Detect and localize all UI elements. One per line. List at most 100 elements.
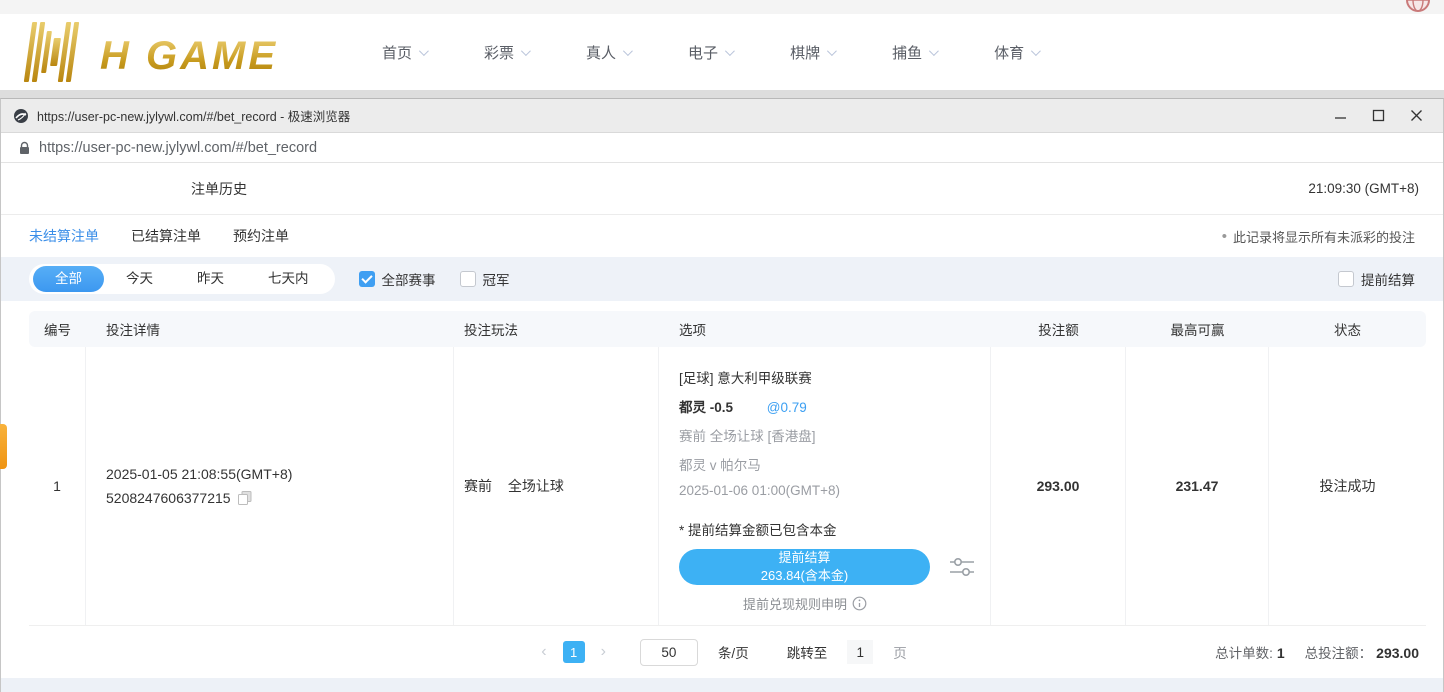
nav-item-lottery[interactable]: 彩票	[484, 42, 528, 63]
date-filter-all[interactable]: 全部	[33, 266, 104, 292]
jump-page-input[interactable]	[847, 640, 873, 664]
lock-icon	[19, 141, 30, 155]
minimize-icon[interactable]	[1333, 109, 1347, 123]
clock: 21:09:30 (GMT+8)	[1308, 181, 1419, 196]
cashout-button-amount: 263.84(含本金)	[761, 567, 848, 585]
col-header-option: 选项	[659, 319, 991, 339]
nav-item-live[interactable]: 真人	[586, 42, 630, 63]
cashout-row: 提前结算 263.84(含本金)	[679, 549, 976, 585]
nav-label: 首页	[382, 42, 412, 63]
pagination-bar: ‹ 1 › 条/页 跳转至 页 总计单数:1 总投注额：293.00	[1, 626, 1443, 678]
cashout-rule-link[interactable]: 提前兑现规则申明	[679, 594, 931, 613]
cashout-note: * 提前结算金额已包含本金	[679, 519, 976, 539]
cell-option: [足球] 意大利甲级联赛 都灵 -0.5 @0.79 赛前 全场让球 [香港盘]…	[659, 347, 991, 625]
checkbox-unchecked-icon	[1338, 271, 1354, 287]
table-row: 1 2025-01-05 21:08:55(GMT+8) 52082476063…	[29, 347, 1426, 626]
window-title: https://user-pc-new.jylywl.com/#/bet_rec…	[37, 106, 350, 125]
col-header-detail: 投注详情	[86, 319, 454, 339]
col-header-playtype: 投注玩法	[454, 319, 659, 339]
bet-table: 编号 投注详情 投注玩法 选项 投注额 最高可赢 状态 1 2025-01-05…	[29, 311, 1426, 626]
champion-label: 冠军	[483, 269, 510, 289]
tab-reserved[interactable]: 预约注单	[233, 226, 289, 246]
total-stake: 总投注额：293.00	[1305, 642, 1419, 662]
prev-page-icon[interactable]: ‹	[537, 643, 550, 661]
top-strip	[0, 0, 1444, 14]
bet-time: 2025-01-05 21:08:55(GMT+8)	[106, 462, 453, 486]
page-unit-label: 页	[893, 642, 907, 662]
page-size-input[interactable]	[640, 639, 698, 666]
url-bar[interactable]: https://user-pc-new.jylywl.com/#/bet_rec…	[1, 133, 1443, 163]
bet-record-page: 注单历史 21:09:30 (GMT+8) 未结算注单 已结算注单 预约注单 •…	[1, 163, 1443, 692]
nav-label: 彩票	[484, 42, 514, 63]
cashout-button-title: 提前结算	[778, 549, 830, 567]
cell-status: 投注成功	[1269, 347, 1426, 625]
side-float-tab[interactable]	[0, 424, 7, 469]
col-header-no: 编号	[29, 319, 86, 339]
option-pick-line: 都灵 -0.5 @0.79	[679, 396, 976, 416]
main-nav: 首页 彩票 真人 电子 棋牌 捕鱼 体育	[382, 42, 1038, 63]
nav-item-home[interactable]: 首页	[382, 42, 426, 63]
tab-note-text: 此记录将显示所有未派彩的投注	[1233, 227, 1415, 246]
next-page-icon[interactable]: ›	[597, 643, 610, 661]
checkbox-checked-icon	[359, 271, 375, 287]
cell-stake: 293.00	[991, 347, 1126, 625]
copy-icon[interactable]	[237, 490, 253, 506]
cell-play-type: 赛前 全场让球	[454, 347, 659, 625]
window-controls	[1333, 109, 1431, 123]
early-settle-label: 提前结算	[1361, 269, 1415, 289]
bottom-strip	[1, 678, 1443, 692]
date-filter-yesterday[interactable]: 昨天	[175, 266, 246, 292]
date-filter-group: 全部 今天 昨天 七天内	[29, 264, 335, 294]
chevron-down-icon	[623, 46, 633, 56]
nav-label: 棋牌	[790, 42, 820, 63]
bullet-icon: •	[1222, 229, 1227, 244]
date-filter-7days[interactable]: 七天内	[246, 266, 331, 292]
all-events-checkbox[interactable]: 全部赛事	[359, 269, 436, 289]
totals: 总计单数:1 总投注额：293.00	[1215, 642, 1419, 662]
total-count: 总计单数:1	[1215, 642, 1285, 662]
col-header-maxwin: 最高可赢	[1126, 319, 1269, 339]
bet-id: 5208247606377215	[106, 486, 231, 510]
nav-label: 体育	[994, 42, 1024, 63]
cell-no: 1	[29, 347, 86, 625]
globe-partial-icon[interactable]	[1405, 0, 1431, 18]
chevron-down-icon	[419, 46, 429, 56]
page-number-1[interactable]: 1	[563, 641, 585, 663]
option-match-time: 2025-01-06 01:00(GMT+8)	[679, 483, 976, 498]
cashout-button[interactable]: 提前结算 263.84(含本金)	[679, 549, 930, 585]
nav-label: 捕鱼	[892, 42, 922, 63]
nav-item-slots[interactable]: 电子	[688, 42, 732, 63]
date-filter-today[interactable]: 今天	[104, 266, 175, 292]
nav-item-sports[interactable]: 体育	[994, 42, 1038, 63]
logo-text: H GAME	[100, 36, 278, 82]
tune-slider-icon[interactable]	[948, 554, 976, 580]
site-header: H GAME 首页 彩票 真人 电子 棋牌 捕鱼 体育	[0, 14, 1444, 90]
tab-unsettled[interactable]: 未结算注单	[29, 226, 99, 246]
chevron-down-icon	[1031, 46, 1041, 56]
total-stake-value: 293.00	[1376, 645, 1419, 661]
table-header-row: 编号 投注详情 投注玩法 选项 投注额 最高可赢 状态	[29, 311, 1426, 347]
all-events-label: 全部赛事	[382, 269, 436, 289]
option-market: 赛前 全场让球 [香港盘]	[679, 425, 976, 445]
site-logo[interactable]: H GAME	[28, 22, 348, 82]
nav-label: 真人	[586, 42, 616, 63]
chevron-down-icon	[725, 46, 735, 56]
champion-checkbox[interactable]: 冠军	[460, 269, 510, 289]
early-settle-checkbox[interactable]: 提前结算	[1338, 269, 1415, 289]
page-header: 注单历史 21:09:30 (GMT+8)	[1, 163, 1443, 215]
maximize-icon[interactable]	[1371, 109, 1385, 123]
tab-settled[interactable]: 已结算注单	[131, 226, 201, 246]
browser-window: https://user-pc-new.jylywl.com/#/bet_rec…	[0, 98, 1444, 692]
nav-item-cards[interactable]: 棋牌	[790, 42, 834, 63]
option-odds: @0.79	[767, 400, 807, 415]
hh-game-logo-icon	[24, 22, 94, 82]
cashout-rule-text: 提前兑现规则申明	[743, 594, 847, 613]
per-page-label: 条/页	[718, 642, 749, 662]
close-icon[interactable]	[1409, 109, 1423, 123]
nav-item-fishing[interactable]: 捕鱼	[892, 42, 936, 63]
col-header-status: 状态	[1269, 319, 1426, 339]
col-header-stake: 投注额	[991, 319, 1126, 339]
jump-label: 跳转至	[787, 642, 828, 662]
total-count-value: 1	[1277, 645, 1285, 661]
option-league: [足球] 意大利甲级联赛	[679, 367, 976, 387]
